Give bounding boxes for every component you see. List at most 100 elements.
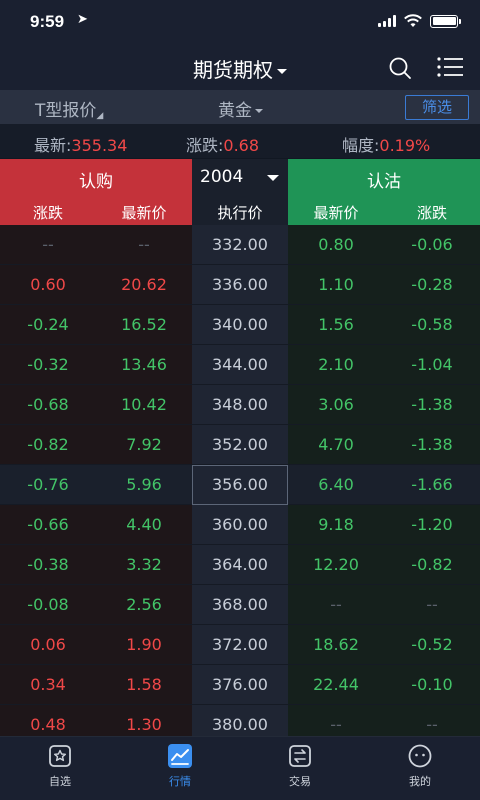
price-change: 涨跌:0.68 <box>186 132 259 156</box>
table-row[interactable]: -0.66 4.40 360.00 9.18 -1.20 <box>0 505 480 545</box>
pct-value: 0.19% <box>379 136 431 155</box>
menu-list-icon[interactable] <box>437 57 463 77</box>
bottom-tab-bar: 自选 行情 交易 我的 <box>0 736 480 800</box>
latest-value: 355.34 <box>71 136 128 155</box>
put-change-cell: -0.52 <box>411 635 453 654</box>
location-arrow-icon: ➤ <box>77 12 88 27</box>
table-row[interactable]: 0.34 1.58 376.00 22.44 -0.10 <box>0 665 480 705</box>
put-change-cell: -0.58 <box>411 315 453 334</box>
put-last-header[interactable]: 最新价 <box>288 202 384 223</box>
chart-icon <box>168 744 192 768</box>
put-change-header[interactable]: 涨跌 <box>384 202 480 223</box>
put-header: 认沽 最新价 涨跌 <box>288 159 480 225</box>
put-last-cell: 0.80 <box>318 235 354 254</box>
tab-trade[interactable]: 交易 <box>240 743 360 789</box>
table-row[interactable]: 0.60 20.62 336.00 1.10 -0.28 <box>0 265 480 305</box>
put-change-cell: -1.38 <box>411 435 453 454</box>
chevron-down-icon <box>267 175 279 181</box>
call-change-cell: -0.24 <box>27 315 69 334</box>
call-last-cell: 3.32 <box>126 555 162 574</box>
latest-price: 最新:355.34 <box>34 132 127 156</box>
underlying-quote-bar: 最新:355.34 涨跌:0.68 幅度:0.19% <box>0 124 480 158</box>
call-last-cell: -- <box>138 235 150 254</box>
strike-cell: 344.00 <box>192 345 288 385</box>
table-row-at-the-money[interactable]: -0.76 5.96 356.00 6.40 -1.66 <box>0 465 480 505</box>
tab-market[interactable]: 行情 <box>120 743 240 789</box>
table-row[interactable]: -0.38 3.32 364.00 12.20 -0.82 <box>0 545 480 585</box>
put-last-cell: -- <box>330 595 342 614</box>
call-last-cell: 16.52 <box>121 315 167 334</box>
put-change-cell: -0.28 <box>411 275 453 294</box>
table-row[interactable]: -0.32 13.46 344.00 2.10 -1.04 <box>0 345 480 385</box>
cellular-signal-icon <box>378 15 396 27</box>
pct-label: 幅度: <box>342 136 380 155</box>
call-change-header[interactable]: 涨跌 <box>0 202 96 223</box>
call-change-cell: 0.60 <box>30 275 66 294</box>
table-row[interactable]: -0.68 10.42 348.00 3.06 -1.38 <box>0 385 480 425</box>
filter-button[interactable]: 筛选 <box>405 95 469 120</box>
change-value: 0.68 <box>223 136 260 155</box>
call-last-header[interactable]: 最新价 <box>96 202 192 223</box>
call-change-cell: -0.32 <box>27 355 69 374</box>
tab-label: 行情 <box>169 775 191 788</box>
price-change-pct: 幅度:0.19% <box>342 132 430 156</box>
put-change-cell: -- <box>426 595 438 614</box>
call-change-cell: -0.08 <box>27 595 69 614</box>
strike-cell: 372.00 <box>192 625 288 665</box>
call-last-cell: 2.56 <box>126 595 162 614</box>
call-change-cell: 0.34 <box>30 675 66 694</box>
chevron-down-icon <box>277 69 287 74</box>
underlying-label: 黄金 <box>218 101 252 121</box>
corner-caret-icon: ◢ <box>96 111 104 121</box>
strike-cell: 352.00 <box>192 425 288 465</box>
tab-watchlist[interactable]: 自选 <box>0 743 120 789</box>
call-change-cell: -0.76 <box>27 475 69 494</box>
put-change-cell: -1.38 <box>411 395 453 414</box>
star-icon <box>49 745 71 767</box>
strike-cell: 336.00 <box>192 265 288 305</box>
underlying-selector[interactable]: 黄金 <box>218 96 263 121</box>
strike-cell: 340.00 <box>192 305 288 345</box>
strike-cell: 368.00 <box>192 585 288 625</box>
strike-cell: 376.00 <box>192 665 288 705</box>
table-row[interactable]: 0.06 1.90 372.00 18.62 -0.52 <box>0 625 480 665</box>
expiry-month: 2004 <box>200 167 244 187</box>
table-row[interactable]: -- -- 332.00 0.80 -0.06 <box>0 225 480 265</box>
call-title: 认购 <box>79 172 113 192</box>
tab-profile[interactable]: 我的 <box>360 743 480 789</box>
put-change-cell: -0.82 <box>411 555 453 574</box>
call-last-cell: 5.96 <box>126 475 162 494</box>
status-bar: 9:59 ➤ <box>0 0 480 44</box>
call-change-cell: -0.68 <box>27 395 69 414</box>
strike-cell: 360.00 <box>192 505 288 545</box>
table-row[interactable]: -0.08 2.56 368.00 -- -- <box>0 585 480 625</box>
tab-label: 交易 <box>289 775 311 788</box>
strike-cell: 356.00 <box>192 465 288 505</box>
tab-label: 自选 <box>49 775 71 788</box>
call-change-cell: 0.06 <box>30 635 66 654</box>
call-last-cell: 7.92 <box>126 435 162 454</box>
page-title: 期货期权 <box>193 58 273 82</box>
strike-cell: 332.00 <box>192 225 288 265</box>
put-change-cell: -1.04 <box>411 355 453 374</box>
table-row[interactable]: -0.24 16.52 340.00 1.56 -0.58 <box>0 305 480 345</box>
search-icon[interactable] <box>388 56 412 80</box>
call-change-cell: -0.82 <box>27 435 69 454</box>
put-change-cell: -0.06 <box>411 235 453 254</box>
call-change-cell: -0.66 <box>27 515 69 534</box>
call-last-cell: 20.62 <box>121 275 167 294</box>
put-last-cell: 12.20 <box>313 555 359 574</box>
filter-bar: T型报价◢ 黄金 筛选 <box>0 90 480 124</box>
strike-cell: 364.00 <box>192 545 288 585</box>
put-title: 认沽 <box>367 172 401 192</box>
call-last-cell: 4.40 <box>126 515 162 534</box>
quote-mode-selector[interactable]: T型报价◢ <box>35 96 103 121</box>
put-last-cell: 22.44 <box>313 675 359 694</box>
call-last-cell: 1.90 <box>126 635 162 654</box>
tab-label: 我的 <box>409 775 431 788</box>
call-last-cell: 13.46 <box>121 355 167 374</box>
strike-header-label: 执行价 <box>217 204 263 222</box>
put-change-cell: -0.10 <box>411 675 453 694</box>
table-row[interactable]: -0.82 7.92 352.00 4.70 -1.38 <box>0 425 480 465</box>
chevron-down-icon <box>255 109 263 113</box>
